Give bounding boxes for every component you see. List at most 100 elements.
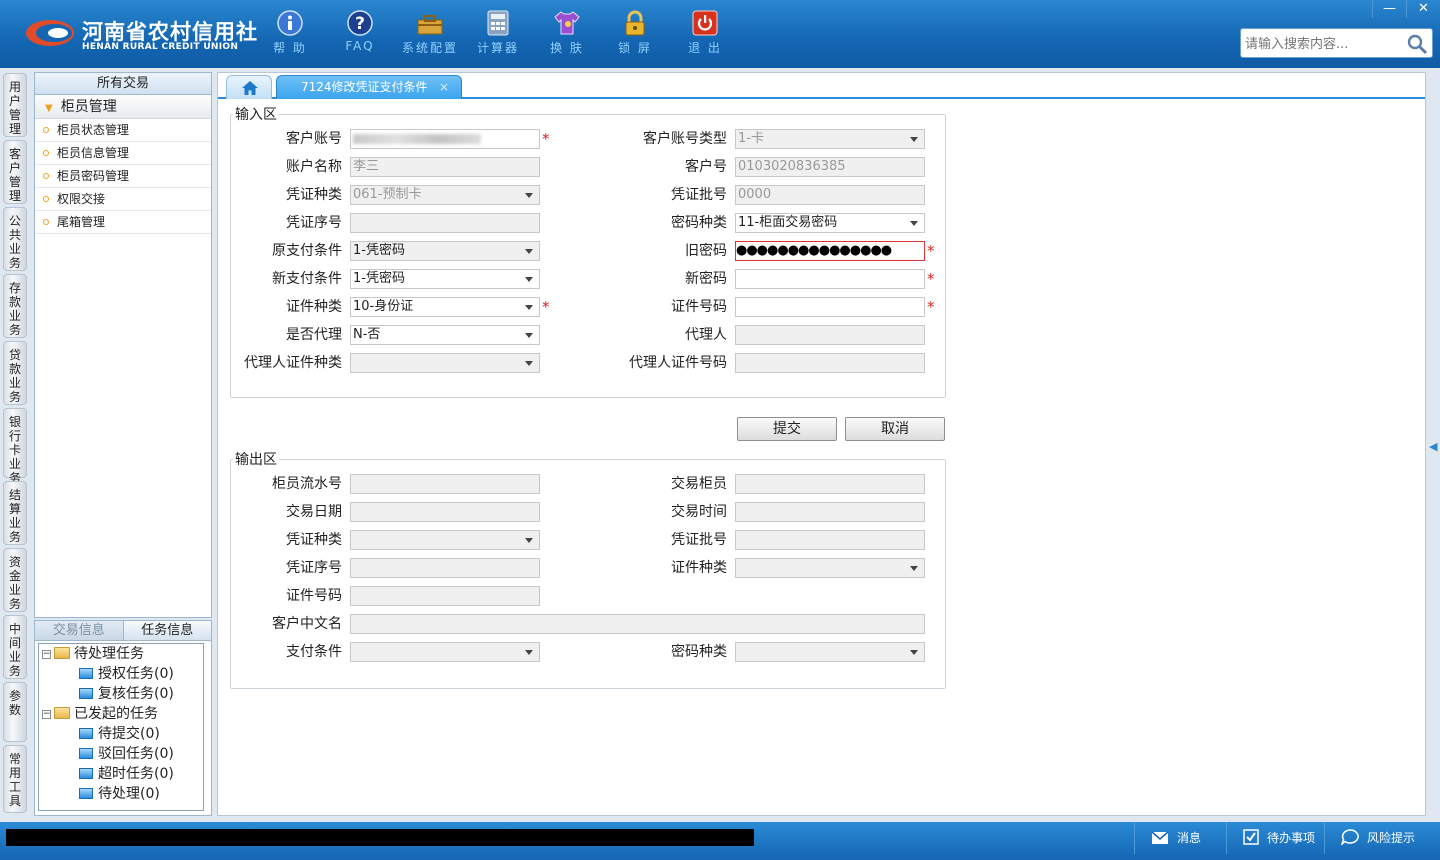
nav-item-permission-handover[interactable]: 权限交接 (35, 188, 211, 211)
collapse-icon[interactable]: − (42, 710, 51, 719)
collapse-right-icon[interactable]: ◀ (1429, 440, 1437, 453)
close-window-button[interactable]: ✕ (1406, 0, 1440, 18)
vtab-bank-card-business[interactable]: 银行卡业务 (3, 408, 27, 485)
nav-item-label: 柜员密码管理 (57, 169, 130, 183)
vtab-parameters[interactable]: 参数 (3, 682, 27, 742)
trade-teller-label: 交易柜员 (671, 476, 727, 492)
new-pay-cond-select[interactable]: 1-凭密码 (350, 269, 540, 289)
tree-node-timeout[interactable]: 超时任务(0) (79, 764, 174, 784)
nav-group-teller[interactable]: ▼ 柜员管理 (35, 95, 211, 119)
teller-serial-field[interactable] (350, 474, 540, 494)
vtab-loan-business[interactable]: 贷款业务 (3, 341, 27, 405)
tree-label: 待提交(0) (98, 726, 160, 742)
tree-node-to-process[interactable]: 待处理(0) (79, 784, 160, 804)
id-type-select[interactable]: 10-身份证 (350, 297, 540, 317)
voucher-seq-field[interactable] (350, 213, 540, 233)
cust-account-field[interactable] (350, 129, 540, 149)
vtab-intermediary-business[interactable]: 中间业务 (3, 615, 27, 679)
cancel-button[interactable]: 取消 (845, 417, 945, 441)
password-type-select[interactable]: 11-柜面交易密码 (735, 213, 925, 233)
old-password-field[interactable]: ●●●●●●●●●●●●●●● (735, 241, 925, 261)
cust-cn-name-field[interactable] (350, 614, 925, 634)
agent-id-type-select[interactable] (350, 353, 540, 373)
minimize-button[interactable]: — (1372, 0, 1406, 18)
orig-pay-cond-select[interactable]: 1-凭密码 (350, 241, 540, 261)
trade-teller-field[interactable] (735, 474, 925, 494)
out-voucher-batch-field[interactable] (735, 530, 925, 550)
vtab-common-tools[interactable]: 常用工具 (3, 745, 27, 813)
help-button[interactable]: 帮 助 (260, 8, 320, 60)
submit-button[interactable]: 提交 (737, 417, 837, 441)
required-mark: * (542, 130, 550, 148)
is-agent-select[interactable]: N-否 (350, 325, 540, 345)
new-password-field[interactable] (735, 269, 925, 289)
tab-task-info[interactable]: 任务信息 (122, 621, 211, 640)
nav-item-teller-password[interactable]: 柜员密码管理 (35, 165, 211, 188)
tree-node-pending[interactable]: − 待处理任务 (42, 644, 144, 664)
lock-icon (625, 10, 645, 36)
transaction-nav: 所有交易 ▼ 柜员管理 柜员状态管理 柜员信息管理 柜员密码管理 权限交接 尾箱管… (34, 72, 212, 618)
out-password-type-select[interactable] (735, 642, 925, 662)
agent-id-no-field[interactable] (735, 353, 925, 373)
tree-node-to-submit[interactable]: 待提交(0) (79, 724, 160, 744)
tree-label: 驳回任务(0) (98, 746, 174, 762)
shirt-icon (554, 11, 580, 35)
vtab-fund-business[interactable]: 资金业务 (3, 548, 27, 612)
logo-mark-icon (26, 20, 74, 46)
vtab-customer-management[interactable]: 客户管理 (3, 140, 27, 204)
task-icon (79, 788, 93, 799)
out-id-type-select[interactable] (735, 558, 925, 578)
tree-label: 授权任务(0) (98, 666, 174, 682)
cust-cn-name-label: 客户中文名 (272, 616, 342, 632)
vtab-public-business[interactable]: 公共业务 (3, 207, 27, 271)
tree-node-rejected[interactable]: 驳回任务(0) (79, 744, 174, 764)
tab-transaction-info[interactable]: 交易信息 (35, 621, 123, 640)
tab-home[interactable] (226, 75, 272, 99)
nav-item-teller-status[interactable]: 柜员状态管理 (35, 119, 211, 142)
agent-field[interactable] (735, 325, 925, 345)
tree-node-auth-task[interactable]: 授权任务(0) (79, 664, 174, 684)
out-voucher-type-select[interactable] (350, 530, 540, 550)
out-id-no-field[interactable] (350, 586, 540, 606)
risk-alert-button[interactable]: 风险提示 (1324, 822, 1440, 854)
out-voucher-seq-field[interactable] (350, 558, 540, 578)
exit-button[interactable]: 退 出 (675, 8, 735, 60)
tree-node-initiated[interactable]: − 已发起的任务 (42, 704, 158, 724)
tab-7124-modify-payment-condition[interactable]: 7124修改凭证支付条件 × (276, 75, 462, 99)
message-button[interactable]: 消息 (1134, 822, 1226, 854)
faq-button[interactable]: ? FAQ (330, 8, 390, 60)
trade-time-field[interactable] (735, 502, 925, 522)
trade-date-field[interactable] (350, 502, 540, 522)
required-mark: * (927, 270, 935, 288)
task-icon (79, 748, 93, 759)
calculator-button[interactable]: 计算器 (468, 8, 528, 60)
cust-account-type-select[interactable]: 1-卡 (735, 129, 925, 149)
id-no-field[interactable] (735, 297, 925, 317)
vtab-deposit-business[interactable]: 存款业务 (3, 274, 27, 338)
vtab-user-management[interactable]: 用户管理 (3, 73, 27, 137)
skin-button[interactable]: 换 肤 (537, 8, 597, 60)
module-tab-strip: 用户管理 客户管理 公共业务 存款业务 贷款业务 银行卡业务 结算业务 资金业务… (0, 68, 30, 822)
lock-screen-button[interactable]: 锁 屏 (605, 8, 665, 60)
input-section-title: 输入区 (233, 107, 279, 123)
output-section-title: 输出区 (233, 452, 279, 468)
trade-date-label: 交易日期 (286, 504, 342, 520)
voucher-type-select[interactable]: 061-预制卡 (350, 185, 540, 205)
todo-button[interactable]: 待办事项 (1226, 822, 1324, 854)
voucher-batch-field[interactable]: 0000 (735, 185, 925, 205)
customer-no-field[interactable]: 0103020836385 (735, 157, 925, 177)
pay-cond-select[interactable] (350, 642, 540, 662)
system-config-button[interactable]: 系统配置 (400, 8, 460, 60)
tree-node-review-task[interactable]: 复核任务(0) (79, 684, 174, 704)
nav-title: 所有交易 (35, 73, 211, 95)
account-name-field[interactable]: 李三 (350, 157, 540, 177)
vtab-settlement-business[interactable]: 结算业务 (3, 481, 27, 545)
nav-item-cash-box[interactable]: 尾箱管理 (35, 211, 211, 234)
bullet-icon (43, 127, 49, 133)
trade-time-label: 交易时间 (671, 504, 727, 520)
nav-item-teller-info[interactable]: 柜员信息管理 (35, 142, 211, 165)
collapse-icon[interactable]: − (42, 650, 51, 659)
search-input[interactable] (1245, 34, 1405, 54)
tab-close-button[interactable]: × (439, 76, 449, 98)
search-icon[interactable] (1406, 33, 1428, 55)
